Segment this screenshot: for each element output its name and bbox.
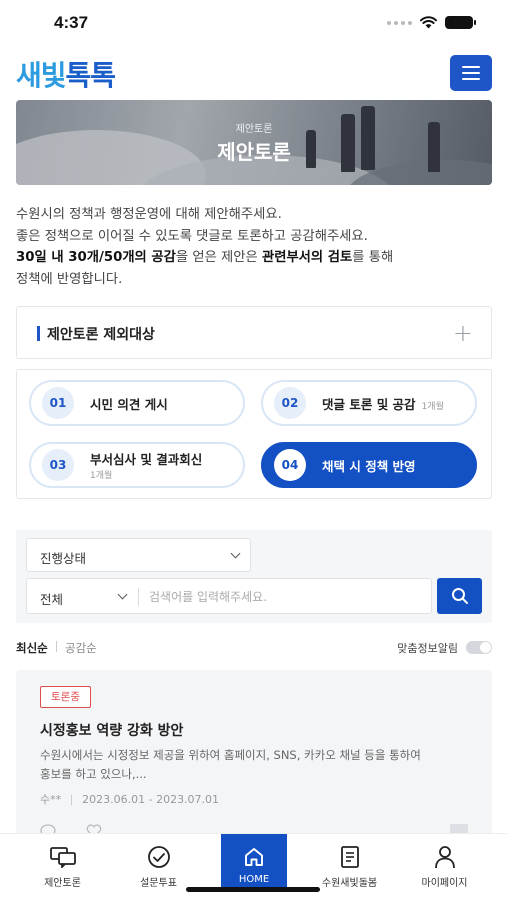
- post-description: 수원시에서는 시정정보 제공을 위하여 홈페이지, SNS, 카카오 채널 등을…: [40, 748, 421, 781]
- step-duration: 1개월: [90, 471, 113, 481]
- signal-icon: [387, 20, 412, 25]
- search-panel: 진행상태 전체: [16, 530, 492, 623]
- plus-icon[interactable]: +: [453, 319, 473, 347]
- banner-subtitle: 제안토론: [235, 124, 273, 135]
- post-period: 2023.06.01 - 2023.07.01: [82, 793, 220, 806]
- tab-label: 마이페이지: [421, 878, 468, 889]
- person-icon: [434, 846, 455, 869]
- tab-label: 수원새빛돌봄: [321, 878, 378, 889]
- tab-survey[interactable]: 설문투표: [108, 834, 209, 889]
- intro-line: 좋은 정책으로 이어질 수 있도록 댓글로 토론하고 공감해주세요.: [16, 228, 368, 244]
- tab-label: 제안토론: [44, 878, 81, 889]
- banner-title: 제안토론: [217, 140, 291, 164]
- status-badge: 토론중: [40, 686, 91, 708]
- step-3: 03 부서심사 및 결과회신 1개월: [29, 442, 245, 488]
- chevron-down-icon: [230, 548, 241, 559]
- step-number: 01: [42, 387, 74, 419]
- sort-latest[interactable]: 최신순: [16, 640, 48, 656]
- intro-line: 30일 내 30개/50개의 공감을 얻은 제안은 관련부서의 검토를 통해: [16, 250, 394, 265]
- step-number: 03: [42, 449, 74, 481]
- menu-button[interactable]: [450, 55, 492, 91]
- step-number: 04: [274, 449, 306, 481]
- accent-bar: [37, 326, 40, 341]
- step-number: 02: [274, 387, 306, 419]
- search-icon: [451, 588, 468, 604]
- hamburger-icon: [462, 66, 480, 68]
- step-4: 04 채택 시 정책 반영: [261, 442, 477, 488]
- intro-line: 정책에 반영합니다.: [16, 271, 123, 287]
- status-time: 4:37: [54, 13, 89, 32]
- status-icons: [387, 16, 476, 29]
- tab-mypage[interactable]: 마이페이지: [394, 834, 495, 889]
- search-button[interactable]: [437, 578, 482, 614]
- exclusion-accordion[interactable]: 제안토론 제외대상 +: [16, 306, 492, 359]
- post-card[interactable]: 토론중 시정홍보 역량 강화 방안 수원시에서는 시정정보 제공을 위하여 홈페…: [16, 670, 492, 845]
- step-label: 채택 시 정책 반영: [322, 458, 416, 474]
- document-icon: [340, 846, 359, 868]
- tab-proposal[interactable]: 제안토론: [12, 834, 113, 889]
- post-meta: 수** 2023.06.01 - 2023.07.01: [40, 791, 219, 807]
- alert-toggle[interactable]: [466, 641, 492, 654]
- tab-home[interactable]: HOME: [221, 834, 287, 889]
- tab-label: HOME: [238, 874, 270, 885]
- search-box: 전체: [26, 578, 432, 614]
- discussion-icon: [49, 847, 76, 868]
- status-bar: 4:37: [0, 0, 507, 46]
- step-label: 시민 의견 게시: [90, 396, 168, 412]
- process-steps: 01 시민 의견 게시 02 댓글 토론 및 공감 1개월 03 부서심사 및 결…: [16, 369, 492, 499]
- status-select-value: 진행상태: [40, 551, 87, 566]
- check-circle-icon: [147, 846, 170, 868]
- home-indicator: [186, 887, 320, 892]
- step-1: 01 시민 의견 게시: [29, 380, 245, 426]
- home-icon: [245, 848, 263, 866]
- tab-label: 설문투표: [140, 878, 177, 889]
- step-duration: 1개월: [421, 401, 444, 412]
- step-label: 댓글 토론 및 공감: [322, 396, 416, 412]
- app-logo[interactable]: 새빛톡톡: [16, 54, 116, 94]
- alert-toggle-label: 맞춤정보알림: [397, 642, 458, 655]
- app-header: 새빛톡톡: [16, 52, 492, 94]
- exclusion-title: 제안토론 제외대상: [47, 327, 155, 343]
- sort-bar: 최신순 공감순 맞춤정보알림: [16, 640, 492, 658]
- search-input[interactable]: [149, 586, 419, 608]
- chevron-down-icon: [117, 589, 128, 600]
- post-title[interactable]: 시정홍보 역량 강화 방안: [40, 720, 183, 740]
- sort-likes[interactable]: 공감순: [65, 640, 97, 656]
- post-author: 수**: [40, 793, 62, 806]
- page-banner: 제안토론 제안토론: [16, 100, 492, 185]
- intro-text: 수원시의 정책과 행정운영에 대해 제안해주세요. 좋은 정책으로 이어질 수 …: [16, 204, 492, 290]
- battery-icon: [445, 16, 476, 29]
- intro-line: 수원시의 정책과 행정운영에 대해 제안해주세요.: [16, 207, 282, 222]
- status-select[interactable]: 진행상태: [26, 538, 251, 572]
- step-label: 부서심사 및 결과회신: [90, 452, 203, 467]
- tab-care[interactable]: 수원새빛돌봄: [299, 834, 400, 889]
- wifi-icon: [420, 16, 437, 29]
- category-select[interactable]: 전체: [40, 589, 63, 608]
- step-2: 02 댓글 토론 및 공감 1개월: [261, 380, 477, 426]
